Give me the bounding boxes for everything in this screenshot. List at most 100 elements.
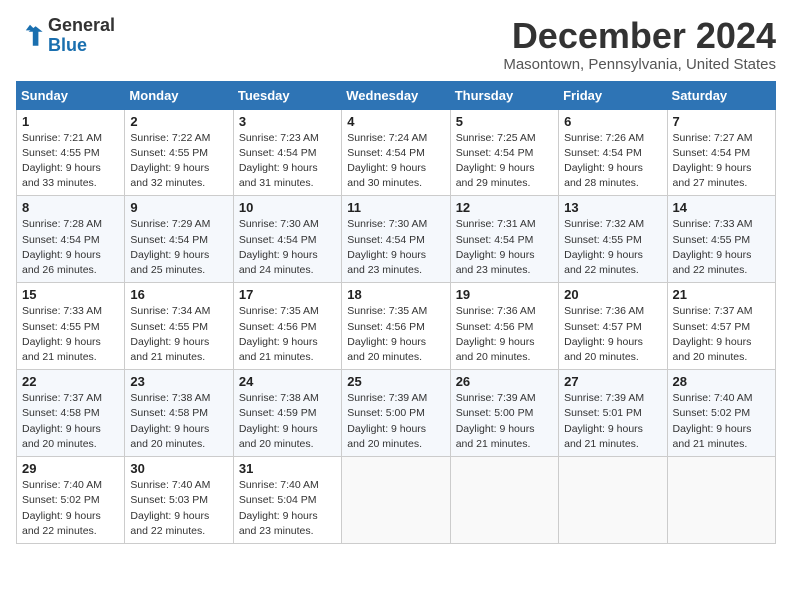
day-info: Sunrise: 7:39 AMSunset: 5:00 PMDaylight:… — [347, 392, 427, 450]
day-number: 17 — [239, 287, 336, 302]
table-cell: 13 Sunrise: 7:32 AMSunset: 4:55 PMDaylig… — [559, 196, 667, 283]
col-friday: Friday — [559, 81, 667, 109]
day-info: Sunrise: 7:22 AMSunset: 4:55 PMDaylight:… — [130, 132, 210, 190]
table-cell — [667, 457, 775, 544]
day-number: 31 — [239, 461, 336, 476]
table-cell: 17 Sunrise: 7:35 AMSunset: 4:56 PMDaylig… — [233, 283, 341, 370]
col-saturday: Saturday — [667, 81, 775, 109]
day-number: 4 — [347, 114, 444, 129]
day-number: 9 — [130, 200, 227, 215]
day-info: Sunrise: 7:38 AMSunset: 4:59 PMDaylight:… — [239, 392, 319, 450]
col-monday: Monday — [125, 81, 233, 109]
day-info: Sunrise: 7:32 AMSunset: 4:55 PMDaylight:… — [564, 218, 644, 276]
day-number: 2 — [130, 114, 227, 129]
table-cell: 1 Sunrise: 7:21 AMSunset: 4:55 PMDayligh… — [17, 109, 125, 196]
table-cell: 6 Sunrise: 7:26 AMSunset: 4:54 PMDayligh… — [559, 109, 667, 196]
day-number: 15 — [22, 287, 119, 302]
day-info: Sunrise: 7:39 AMSunset: 5:00 PMDaylight:… — [456, 392, 536, 450]
day-info: Sunrise: 7:27 AMSunset: 4:54 PMDaylight:… — [673, 132, 753, 190]
table-cell: 28 Sunrise: 7:40 AMSunset: 5:02 PMDaylig… — [667, 370, 775, 457]
day-number: 18 — [347, 287, 444, 302]
col-tuesday: Tuesday — [233, 81, 341, 109]
table-cell: 14 Sunrise: 7:33 AMSunset: 4:55 PMDaylig… — [667, 196, 775, 283]
day-number: 20 — [564, 287, 661, 302]
day-info: Sunrise: 7:31 AMSunset: 4:54 PMDaylight:… — [456, 218, 536, 276]
day-info: Sunrise: 7:40 AMSunset: 5:02 PMDaylight:… — [22, 479, 102, 537]
logo-icon — [16, 22, 44, 50]
table-cell: 26 Sunrise: 7:39 AMSunset: 5:00 PMDaylig… — [450, 370, 558, 457]
col-wednesday: Wednesday — [342, 81, 450, 109]
table-cell: 8 Sunrise: 7:28 AMSunset: 4:54 PMDayligh… — [17, 196, 125, 283]
calendar-table: Sunday Monday Tuesday Wednesday Thursday… — [16, 81, 776, 544]
calendar-body: 1 Sunrise: 7:21 AMSunset: 4:55 PMDayligh… — [17, 109, 776, 543]
day-number: 11 — [347, 200, 444, 215]
table-cell: 16 Sunrise: 7:34 AMSunset: 4:55 PMDaylig… — [125, 283, 233, 370]
table-cell: 15 Sunrise: 7:33 AMSunset: 4:55 PMDaylig… — [17, 283, 125, 370]
day-info: Sunrise: 7:35 AMSunset: 4:56 PMDaylight:… — [239, 305, 319, 363]
table-cell: 7 Sunrise: 7:27 AMSunset: 4:54 PMDayligh… — [667, 109, 775, 196]
day-number: 28 — [673, 374, 770, 389]
day-info: Sunrise: 7:38 AMSunset: 4:58 PMDaylight:… — [130, 392, 210, 450]
table-cell: 20 Sunrise: 7:36 AMSunset: 4:57 PMDaylig… — [559, 283, 667, 370]
table-cell — [559, 457, 667, 544]
table-cell: 24 Sunrise: 7:38 AMSunset: 4:59 PMDaylig… — [233, 370, 341, 457]
day-info: Sunrise: 7:26 AMSunset: 4:54 PMDaylight:… — [564, 132, 644, 190]
day-number: 19 — [456, 287, 553, 302]
table-cell: 18 Sunrise: 7:35 AMSunset: 4:56 PMDaylig… — [342, 283, 450, 370]
table-cell: 27 Sunrise: 7:39 AMSunset: 5:01 PMDaylig… — [559, 370, 667, 457]
day-info: Sunrise: 7:40 AMSunset: 5:02 PMDaylight:… — [673, 392, 753, 450]
day-number: 29 — [22, 461, 119, 476]
day-number: 8 — [22, 200, 119, 215]
day-number: 23 — [130, 374, 227, 389]
day-info: Sunrise: 7:23 AMSunset: 4:54 PMDaylight:… — [239, 132, 319, 190]
table-cell: 21 Sunrise: 7:37 AMSunset: 4:57 PMDaylig… — [667, 283, 775, 370]
table-cell: 30 Sunrise: 7:40 AMSunset: 5:03 PMDaylig… — [125, 457, 233, 544]
day-number: 27 — [564, 374, 661, 389]
table-cell — [342, 457, 450, 544]
table-cell: 4 Sunrise: 7:24 AMSunset: 4:54 PMDayligh… — [342, 109, 450, 196]
day-info: Sunrise: 7:25 AMSunset: 4:54 PMDaylight:… — [456, 132, 536, 190]
day-info: Sunrise: 7:37 AMSunset: 4:58 PMDaylight:… — [22, 392, 102, 450]
table-cell: 19 Sunrise: 7:36 AMSunset: 4:56 PMDaylig… — [450, 283, 558, 370]
day-info: Sunrise: 7:33 AMSunset: 4:55 PMDaylight:… — [673, 218, 753, 276]
day-info: Sunrise: 7:39 AMSunset: 5:01 PMDaylight:… — [564, 392, 644, 450]
day-info: Sunrise: 7:36 AMSunset: 4:57 PMDaylight:… — [564, 305, 644, 363]
day-number: 24 — [239, 374, 336, 389]
logo-general-text: General — [48, 15, 115, 35]
day-info: Sunrise: 7:40 AMSunset: 5:03 PMDaylight:… — [130, 479, 210, 537]
day-number: 5 — [456, 114, 553, 129]
day-number: 25 — [347, 374, 444, 389]
day-number: 6 — [564, 114, 661, 129]
logo-blue-text: Blue — [48, 35, 87, 55]
day-number: 10 — [239, 200, 336, 215]
day-info: Sunrise: 7:36 AMSunset: 4:56 PMDaylight:… — [456, 305, 536, 363]
table-cell: 29 Sunrise: 7:40 AMSunset: 5:02 PMDaylig… — [17, 457, 125, 544]
day-info: Sunrise: 7:24 AMSunset: 4:54 PMDaylight:… — [347, 132, 427, 190]
table-cell: 3 Sunrise: 7:23 AMSunset: 4:54 PMDayligh… — [233, 109, 341, 196]
calendar-header: Sunday Monday Tuesday Wednesday Thursday… — [17, 81, 776, 109]
day-info: Sunrise: 7:37 AMSunset: 4:57 PMDaylight:… — [673, 305, 753, 363]
day-number: 16 — [130, 287, 227, 302]
table-cell: 5 Sunrise: 7:25 AMSunset: 4:54 PMDayligh… — [450, 109, 558, 196]
table-cell — [450, 457, 558, 544]
logo: General Blue — [16, 16, 115, 56]
table-cell: 23 Sunrise: 7:38 AMSunset: 4:58 PMDaylig… — [125, 370, 233, 457]
table-cell: 12 Sunrise: 7:31 AMSunset: 4:54 PMDaylig… — [450, 196, 558, 283]
day-info: Sunrise: 7:33 AMSunset: 4:55 PMDaylight:… — [22, 305, 102, 363]
day-number: 13 — [564, 200, 661, 215]
col-sunday: Sunday — [17, 81, 125, 109]
day-number: 22 — [22, 374, 119, 389]
day-info: Sunrise: 7:29 AMSunset: 4:54 PMDaylight:… — [130, 218, 210, 276]
day-number: 1 — [22, 114, 119, 129]
table-cell: 10 Sunrise: 7:30 AMSunset: 4:54 PMDaylig… — [233, 196, 341, 283]
day-number: 12 — [456, 200, 553, 215]
table-cell: 11 Sunrise: 7:30 AMSunset: 4:54 PMDaylig… — [342, 196, 450, 283]
day-number: 21 — [673, 287, 770, 302]
day-number: 7 — [673, 114, 770, 129]
day-number: 26 — [456, 374, 553, 389]
day-info: Sunrise: 7:34 AMSunset: 4:55 PMDaylight:… — [130, 305, 210, 363]
table-cell: 9 Sunrise: 7:29 AMSunset: 4:54 PMDayligh… — [125, 196, 233, 283]
main-title: December 2024 — [503, 16, 776, 56]
day-number: 3 — [239, 114, 336, 129]
day-info: Sunrise: 7:21 AMSunset: 4:55 PMDaylight:… — [22, 132, 102, 190]
